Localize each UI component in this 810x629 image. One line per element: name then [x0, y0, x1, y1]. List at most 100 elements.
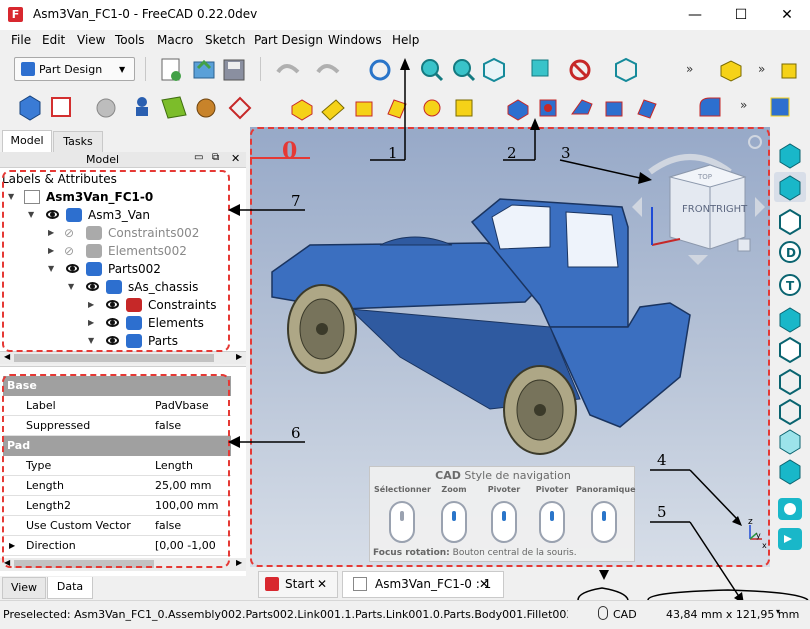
- redo-icon[interactable]: [316, 64, 340, 74]
- scrollbar-thumb[interactable]: [14, 354, 214, 362]
- hole-icon[interactable]: [539, 99, 557, 117]
- measure-icon[interactable]: [531, 59, 549, 77]
- menu-view[interactable]: View: [77, 33, 105, 47]
- scroll-right-icon[interactable]: ▶: [236, 352, 242, 361]
- additive-helix-icon[interactable]: [423, 99, 441, 117]
- part-design-icon: [21, 62, 35, 76]
- menu-help[interactable]: Help: [392, 33, 419, 47]
- subtractive-loft-icon[interactable]: [605, 101, 623, 117]
- tree-horizontal-scrollbar[interactable]: ◀ ▶: [0, 351, 246, 364]
- annotation-2: 2: [507, 144, 517, 162]
- view-wireframe-icon[interactable]: [779, 368, 801, 396]
- menu-file[interactable]: File: [11, 33, 31, 47]
- fillet-icon[interactable]: [699, 97, 721, 117]
- tab-model[interactable]: Model: [2, 130, 52, 152]
- additive-primitive-icon[interactable]: [455, 99, 473, 117]
- view-isometric-icon[interactable]: [779, 143, 801, 169]
- toolbar-overflow-chevron[interactable]: »: [686, 62, 693, 76]
- refresh-icon[interactable]: [369, 59, 391, 81]
- menu-windows[interactable]: Windows: [328, 33, 382, 47]
- no-selection-icon[interactable]: [569, 59, 591, 81]
- datum-plane-icon[interactable]: [161, 96, 187, 119]
- subtractive-pipe-icon[interactable]: [637, 99, 657, 119]
- toolbar-overflow-chevron[interactable]: »: [758, 62, 765, 76]
- annotation-box-tree: [2, 170, 230, 352]
- validate-sketch-icon[interactable]: [96, 98, 116, 118]
- menu-macro[interactable]: Macro: [157, 33, 193, 47]
- doc-tab-start[interactable]: Start ✕: [258, 571, 338, 598]
- view-left-icon[interactable]: [779, 336, 801, 364]
- new-document-icon[interactable]: [161, 58, 181, 81]
- assembly-icon[interactable]: [781, 63, 797, 79]
- fit-all-icon[interactable]: [421, 59, 444, 82]
- menu-edit[interactable]: Edit: [42, 33, 65, 47]
- view-shaded-icon[interactable]: [779, 459, 801, 485]
- annotation-6: 6: [291, 424, 301, 442]
- annotation-5: 5: [657, 503, 667, 521]
- focus-rotation-text: Focus rotation: Bouton central de la sou…: [373, 548, 577, 558]
- additive-loft-icon[interactable]: [355, 101, 373, 117]
- menu-sketch[interactable]: Sketch: [205, 33, 245, 47]
- view-front-icon[interactable]: [774, 172, 806, 202]
- subshape-binder-icon[interactable]: [228, 96, 252, 120]
- sketch-icon[interactable]: [51, 97, 71, 117]
- svg-text:T: T: [786, 279, 795, 293]
- view-toolbar-right: D T: [774, 143, 806, 550]
- pocket-icon[interactable]: [507, 99, 529, 121]
- menu-part-design[interactable]: Part Design: [254, 33, 323, 47]
- video-record-icon[interactable]: [778, 528, 802, 550]
- shape-binder-icon[interactable]: [196, 98, 216, 118]
- bounding-box-icon[interactable]: [615, 57, 637, 83]
- tab-view[interactable]: View: [2, 577, 46, 599]
- groove-icon[interactable]: [571, 99, 593, 115]
- scroll-right-icon[interactable]: ▶: [236, 558, 242, 567]
- doc-tab-asm3van[interactable]: Asm3Van_FC1-0 : 1 ✕: [342, 571, 504, 598]
- close-panel-icon[interactable]: ✕: [231, 152, 240, 165]
- float-panel-icon[interactable]: ⧉: [212, 152, 219, 163]
- part-design-toolbar: [19, 95, 721, 121]
- assembly-toolbar: [781, 63, 797, 79]
- body-icon[interactable]: [19, 95, 41, 121]
- camera-icon[interactable]: [778, 498, 802, 520]
- close-tab-icon[interactable]: ✕: [479, 572, 489, 597]
- fit-selection-icon[interactable]: [453, 59, 476, 82]
- workbench-selector[interactable]: Part Design ▼: [14, 57, 135, 81]
- assembly-tools-icon[interactable]: [770, 97, 790, 117]
- save-icon[interactable]: [223, 59, 245, 81]
- svg-text:D: D: [786, 246, 796, 260]
- view-right-icon[interactable]: D: [779, 241, 801, 263]
- maximize-button[interactable]: ☐: [718, 0, 764, 30]
- title-bar: F Asm3Van_FC1-0 - FreeCAD 0.22.0dev — ☐ …: [0, 0, 810, 30]
- minimize-button[interactable]: —: [672, 0, 718, 30]
- view-isometric-icon[interactable]: [483, 57, 505, 83]
- pad-icon[interactable]: [291, 99, 313, 121]
- view-hidden-line-icon[interactable]: [779, 429, 801, 455]
- datum-point-icon[interactable]: [136, 97, 148, 116]
- chevron-down-icon[interactable]: ▾: [776, 607, 780, 616]
- tab-tasks[interactable]: Tasks: [53, 131, 103, 153]
- undo-icon[interactable]: [276, 64, 300, 74]
- part-icon[interactable]: [720, 60, 742, 82]
- open-document-icon[interactable]: [193, 59, 215, 79]
- view-rear-icon[interactable]: T: [779, 274, 801, 296]
- view-points-icon[interactable]: [779, 398, 801, 426]
- nav-style-title: CAD Style de navigation: [435, 469, 571, 482]
- toolbar-separator: [145, 57, 146, 81]
- navigation-mode-button[interactable]: CAD: [613, 608, 637, 621]
- annotation-1: 1: [388, 144, 398, 162]
- nav-mode-pan-label: Panoramique: [576, 485, 636, 494]
- additive-pipe-icon[interactable]: [387, 99, 407, 119]
- close-button[interactable]: ✕: [764, 0, 810, 30]
- menu-tools[interactable]: Tools: [115, 33, 145, 47]
- toolbar-overflow-chevron[interactable]: »: [740, 98, 747, 112]
- revolution-icon[interactable]: [321, 99, 345, 121]
- view-top-icon[interactable]: [779, 208, 801, 236]
- tab-data[interactable]: Data: [47, 577, 93, 599]
- workbench-label: Part Design: [39, 63, 103, 76]
- annotation-7: 7: [291, 192, 301, 210]
- scroll-left-icon[interactable]: ◀: [4, 352, 10, 361]
- close-tab-icon[interactable]: ✕: [317, 572, 327, 597]
- minimize-panel-icon[interactable]: ▭: [194, 152, 203, 163]
- view-bottom-icon[interactable]: [779, 307, 801, 333]
- preselection-status: Preselected: Asm3Van_FC1_0.Assembly002.P…: [3, 608, 568, 621]
